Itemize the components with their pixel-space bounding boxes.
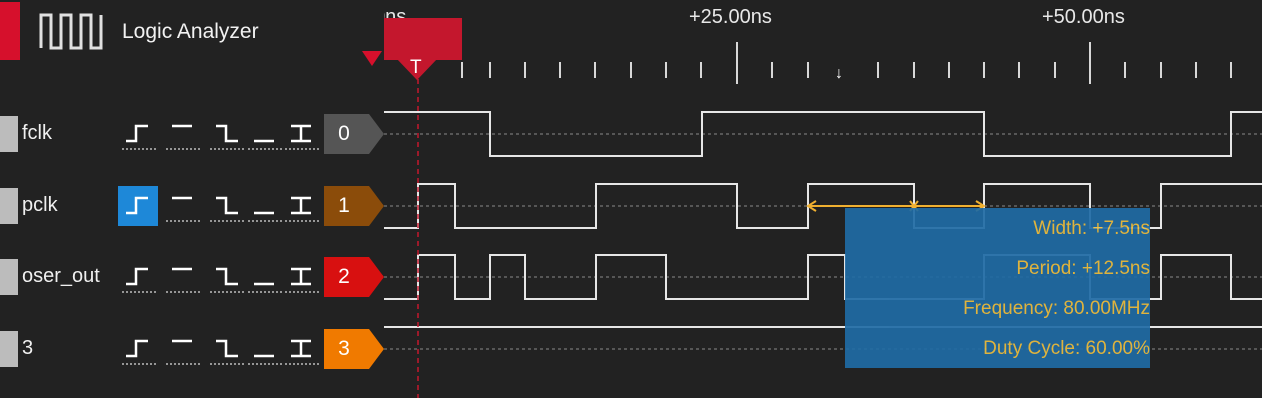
high-level-icon[interactable] <box>162 257 202 297</box>
trigger-flag[interactable] <box>384 18 462 60</box>
falling-edge-icon[interactable] <box>206 329 246 369</box>
any-edge-icon[interactable] <box>281 329 321 369</box>
falling-edge-icon[interactable] <box>206 257 246 297</box>
rising-edge-icon[interactable] <box>118 329 158 369</box>
channel-name[interactable]: oser_out <box>22 265 100 288</box>
measure-frequency: Frequency: 80.00MHz <box>963 298 1150 319</box>
measurement-panel: Width: +7.5ns Period: +12.5ns Frequency:… <box>845 208 1150 368</box>
measure-period: Period: +12.5ns <box>1016 258 1150 279</box>
channel-index-badge[interactable]: 0 <box>324 114 384 154</box>
rising-edge-icon[interactable] <box>118 186 158 226</box>
channel-index-label: 1 <box>338 194 350 217</box>
falling-edge-icon[interactable] <box>206 186 246 226</box>
rising-edge-icon[interactable] <box>118 257 158 297</box>
high-level-icon[interactable] <box>162 186 202 226</box>
channel-tab[interactable] <box>0 331 18 367</box>
channel-index-label: 2 <box>338 265 350 288</box>
low-level-icon[interactable] <box>244 329 284 369</box>
any-edge-icon[interactable] <box>281 114 321 154</box>
ruler-ticks <box>461 42 1232 84</box>
low-level-icon[interactable] <box>244 257 284 297</box>
high-level-icon[interactable] <box>162 114 202 154</box>
channel-index-label: 0 <box>338 122 350 145</box>
any-edge-icon[interactable] <box>281 186 321 226</box>
rising-edge-icon[interactable] <box>118 114 158 154</box>
trigger-nav-arrow-icon[interactable] <box>362 51 382 66</box>
channel-tab[interactable] <box>0 188 18 224</box>
any-edge-icon[interactable] <box>281 257 321 297</box>
channel-name[interactable]: 3 <box>22 337 33 360</box>
low-level-icon[interactable] <box>244 114 284 154</box>
channel-index-badge[interactable]: 2 <box>324 257 384 297</box>
ruler-marker-icon[interactable]: ↓ <box>835 66 843 82</box>
falling-edge-icon[interactable] <box>206 114 246 154</box>
trigger-label: T <box>410 57 422 78</box>
channel-index-badge[interactable]: 3 <box>324 329 384 369</box>
high-level-icon[interactable] <box>162 329 202 369</box>
low-level-icon[interactable] <box>244 186 284 226</box>
channel-name[interactable]: fclk <box>22 122 52 145</box>
channel-index-label: 3 <box>338 337 350 360</box>
channel-index-badge[interactable]: 1 <box>324 186 384 226</box>
channel-name[interactable]: pclk <box>22 194 58 217</box>
channel-tab[interactable] <box>0 259 18 295</box>
channel-tab[interactable] <box>0 116 18 152</box>
measure-width: Width: +7.5ns <box>1033 218 1150 239</box>
measure-duty-cycle: Duty Cycle: 60.00% <box>983 338 1150 359</box>
